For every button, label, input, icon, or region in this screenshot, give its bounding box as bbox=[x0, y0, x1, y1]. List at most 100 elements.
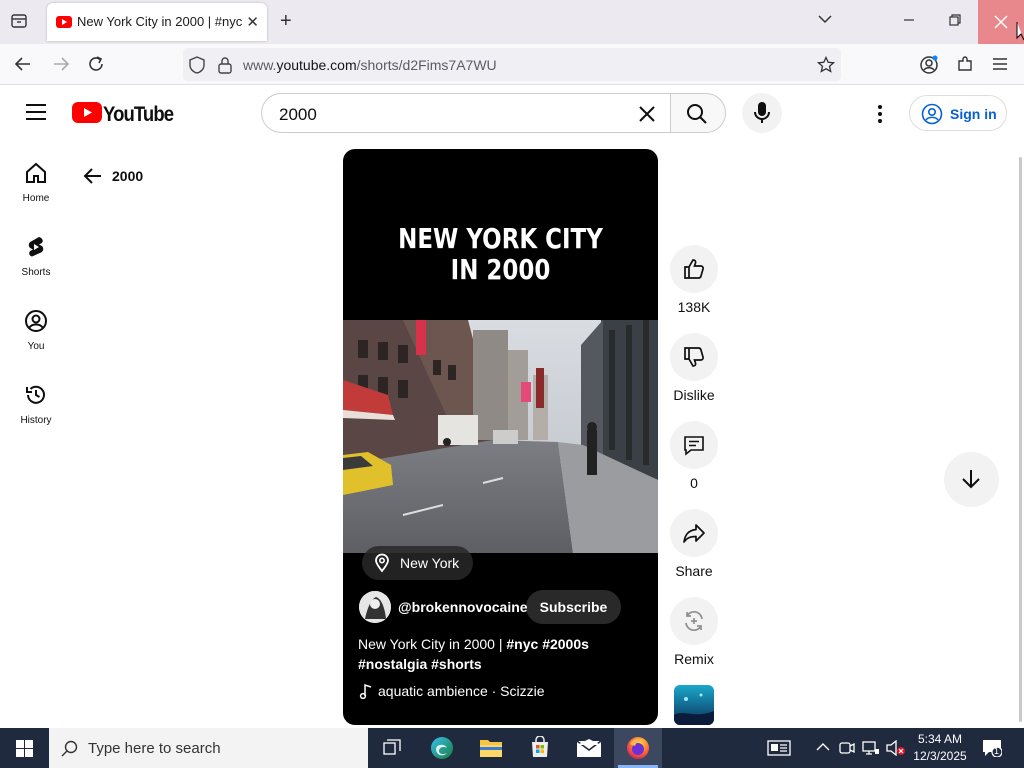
close-tab-icon[interactable]: ✕ bbox=[246, 13, 259, 31]
street-scene-image bbox=[343, 320, 658, 553]
restore-icon[interactable] bbox=[948, 13, 962, 27]
notification-count: 1 bbox=[994, 746, 1000, 756]
forward-icon[interactable] bbox=[52, 56, 70, 72]
meet-now-icon[interactable] bbox=[839, 740, 855, 756]
edge-browser-icon[interactable] bbox=[418, 728, 466, 768]
search-input[interactable]: 2000 bbox=[261, 93, 671, 133]
windows-logo-icon bbox=[16, 740, 33, 757]
bookmark-star-icon[interactable] bbox=[817, 56, 835, 74]
avatar[interactable] bbox=[359, 591, 391, 623]
dislike-button[interactable]: Dislike bbox=[669, 333, 719, 403]
more-options-icon[interactable] bbox=[877, 104, 883, 124]
sidebar-item-label: History bbox=[20, 415, 52, 426]
channel-name[interactable]: @brokennovocaine bbox=[398, 599, 528, 615]
youtube-logo-text: YouTube bbox=[103, 103, 174, 126]
address-bar[interactable]: www.youtube.com/shorts/d2Fims7A7WU bbox=[183, 48, 841, 81]
network-icon[interactable] bbox=[862, 740, 880, 756]
search-icon bbox=[61, 740, 78, 757]
like-count: 138K bbox=[677, 299, 711, 315]
sidebar-item-shorts[interactable]: Shorts bbox=[0, 235, 72, 278]
app-menu-icon[interactable] bbox=[992, 57, 1008, 71]
volume-muted-icon[interactable] bbox=[886, 740, 906, 756]
back-icon[interactable] bbox=[14, 56, 32, 72]
remix-button[interactable]: Remix bbox=[669, 597, 719, 667]
microphone-icon bbox=[754, 102, 770, 123]
location-tag[interactable]: New York bbox=[362, 546, 474, 580]
clock-date: 12/3/2025 bbox=[913, 749, 967, 763]
tab-list-icon[interactable] bbox=[10, 12, 28, 30]
you-icon bbox=[25, 310, 47, 332]
like-button[interactable]: 138K bbox=[669, 245, 719, 315]
sidebar-item-history[interactable]: History bbox=[0, 383, 72, 426]
minimize-icon[interactable] bbox=[902, 12, 916, 26]
hashtags-line2[interactable]: #nostalgia #shorts bbox=[358, 656, 482, 672]
chevron-down-icon[interactable] bbox=[818, 14, 832, 24]
comments-button[interactable]: 0 bbox=[669, 421, 719, 491]
task-view-icon[interactable] bbox=[368, 728, 416, 768]
clock-time: 5:34 AM bbox=[917, 732, 963, 746]
clear-search-icon[interactable] bbox=[638, 105, 656, 123]
start-button[interactable] bbox=[0, 728, 48, 768]
back-label: 2000 bbox=[112, 168, 144, 184]
sidebar-item-label: You bbox=[27, 341, 45, 352]
location-label: New York bbox=[400, 555, 460, 571]
channel-avatar-image bbox=[359, 591, 391, 623]
taskbar-clock[interactable]: 5:34 AM 12/3/2025 bbox=[910, 731, 970, 765]
windows-taskbar: Type here to search 5:34 AM 12/3/2025 1 bbox=[0, 728, 1024, 768]
sidebar-item-you[interactable]: You bbox=[0, 309, 72, 352]
music-note-icon bbox=[359, 683, 372, 699]
video-headline: NEW YORK CITY IN 2000 bbox=[398, 222, 603, 286]
account-icon[interactable] bbox=[919, 55, 939, 75]
search-button[interactable] bbox=[670, 93, 726, 133]
share-label: Share bbox=[675, 563, 713, 579]
extensions-icon[interactable] bbox=[956, 55, 974, 73]
history-icon bbox=[26, 385, 45, 404]
firefox-icon[interactable] bbox=[614, 728, 662, 768]
page-scrollbar[interactable] bbox=[1019, 157, 1022, 722]
share-icon bbox=[683, 524, 705, 543]
share-button[interactable]: Share bbox=[669, 509, 719, 579]
browser-tab[interactable]: New York City in 2000 | #nyc #2 ✕ bbox=[47, 3, 267, 41]
news-widget-icon[interactable] bbox=[767, 740, 791, 756]
search-query: 2000 bbox=[279, 105, 317, 124]
mail-icon[interactable] bbox=[565, 728, 613, 768]
back-to-search-button[interactable]: 2000 bbox=[83, 164, 183, 188]
hamburger-menu-icon[interactable] bbox=[26, 104, 46, 120]
shield-icon[interactable] bbox=[189, 56, 205, 74]
sound-thumbnail[interactable] bbox=[674, 685, 714, 725]
reload-icon[interactable] bbox=[87, 55, 105, 73]
browser-tab-strip: New York City in 2000 | #nyc #2 ✕ + bbox=[0, 0, 1024, 44]
subscribe-button[interactable]: Subscribe bbox=[526, 590, 621, 624]
next-video-button[interactable] bbox=[944, 452, 999, 507]
comment-icon bbox=[684, 436, 704, 456]
music-track-link[interactable]: aquatic ambience · Scizzie bbox=[378, 683, 545, 699]
notifications-icon[interactable]: 1 bbox=[982, 739, 1002, 757]
browser-nav-bar: www.youtube.com/shorts/d2Fims7A7WU bbox=[0, 44, 1024, 85]
shorts-video-player[interactable]: NEW YORK CITY IN 2000 New York @brokenno… bbox=[343, 149, 658, 725]
search-icon bbox=[687, 104, 707, 124]
close-icon bbox=[994, 15, 1024, 41]
taskbar-search-box[interactable]: Type here to search bbox=[49, 728, 368, 768]
sidebar-item-home[interactable]: Home bbox=[0, 161, 72, 204]
aquatic-thumbnail-image bbox=[674, 685, 714, 725]
thumbs-down-icon bbox=[684, 347, 704, 367]
window-close-button[interactable] bbox=[978, 0, 1024, 44]
new-tab-icon[interactable]: + bbox=[280, 10, 292, 33]
voice-search-button[interactable] bbox=[742, 93, 782, 133]
file-explorer-icon[interactable] bbox=[467, 728, 515, 768]
microsoft-store-icon[interactable] bbox=[516, 728, 564, 768]
youtube-logo[interactable]: YouTube bbox=[72, 102, 174, 126]
tab-title: New York City in 2000 | #nyc #2 bbox=[77, 14, 245, 29]
youtube-favicon-icon bbox=[56, 16, 72, 28]
youtube-header: YouTube 2000 Sign in bbox=[0, 86, 1024, 142]
remix-icon bbox=[685, 610, 703, 632]
hashtags-line1[interactable]: #nyc #2000s bbox=[506, 636, 589, 652]
lock-icon[interactable] bbox=[218, 56, 232, 74]
sign-in-label: Sign in bbox=[950, 106, 997, 122]
location-pin-icon bbox=[375, 553, 389, 573]
taskbar-search-placeholder: Type here to search bbox=[88, 740, 221, 757]
sign-in-button[interactable]: Sign in bbox=[909, 95, 1007, 131]
show-hidden-icons-icon[interactable] bbox=[816, 742, 830, 752]
arrow-down-icon bbox=[962, 470, 980, 489]
home-icon bbox=[26, 162, 46, 183]
